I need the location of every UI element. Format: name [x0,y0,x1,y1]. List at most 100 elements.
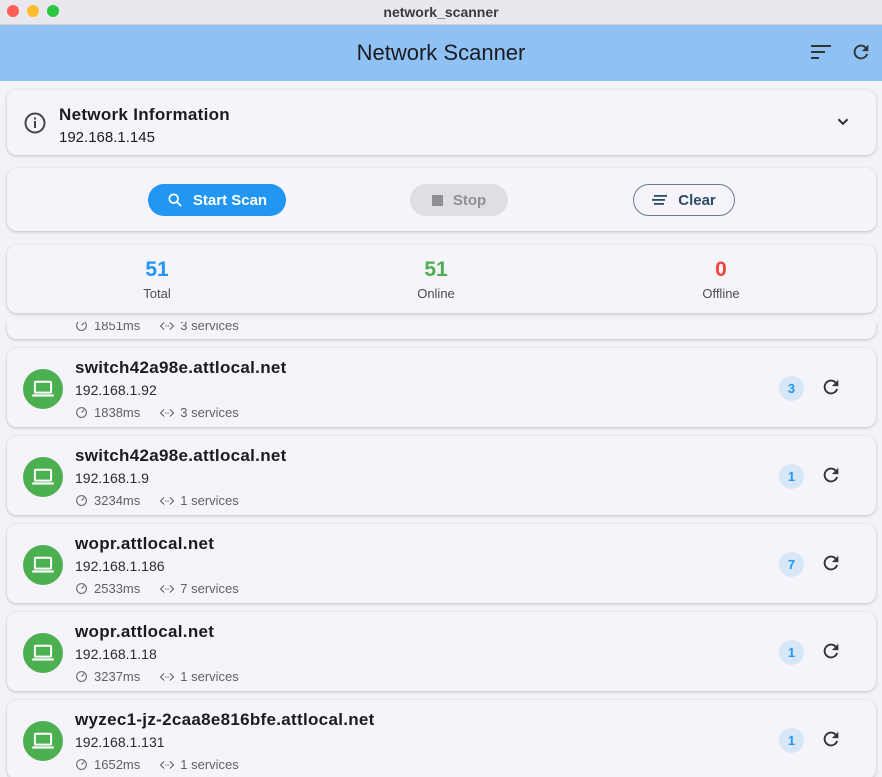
device-avatar [23,457,63,497]
network-ip: 192.168.1.145 [59,129,155,146]
code-icon [160,672,175,681]
speed-icon [76,322,87,331]
refresh-icon[interactable] [820,552,842,574]
device-card[interactable]: wopr.attlocal.net 192.168.1.18 3237ms 1 … [7,612,876,691]
refresh-icon[interactable] [820,728,842,750]
scan-controls-card: Start Scan Stop Clear [7,168,876,231]
info-icon [24,112,46,134]
services-count-badge: 7 [779,552,804,577]
code-icon [160,760,175,769]
app-window: network_scanner Network Scanner Network … [0,0,882,777]
minimize-window-button[interactable] [27,5,39,17]
code-icon [160,584,175,593]
device-services: 1 services [180,493,239,508]
start-scan-label: Start Scan [192,191,268,209]
device-ip: 192.168.1.131 [75,734,165,750]
device-hostname: wyzec1-jz-2caa8e816bfe.attlocal.net [75,710,375,729]
device-latency: 1652ms [94,757,141,772]
stop-label: Stop [452,191,487,209]
stats-card: 51 Total 51 Online 0 Offline [7,245,876,313]
stat-online-label: Online [417,286,455,301]
device-latency: 3237ms [94,669,141,684]
clear-label: Clear [678,191,716,209]
device-card[interactable]: wopr.attlocal.net 192.168.1.186 2533ms 7… [7,524,876,603]
stat-offline: 0 Offline [641,258,801,301]
device-ip: 192.168.1.18 [75,646,157,662]
laptop-icon [32,380,54,397]
code-icon [160,322,175,330]
laptop-icon [32,732,54,749]
search-icon [168,193,182,207]
device-latency: 1851ms [94,322,141,333]
device-hostname: switch42a98e.attlocal.net [75,446,287,465]
stat-total: 51 Total [77,258,237,301]
services-count-badge: 1 [779,728,804,753]
device-avatar [23,545,63,585]
device-latency: 3234ms [94,493,141,508]
stat-total-label: Total [143,286,171,301]
device-hostname: switch42a98e.attlocal.net [75,358,287,377]
device-avatar [23,721,63,761]
stop-button[interactable]: Stop [410,184,508,216]
device-services: 3 services [180,322,239,333]
services-count-badge: 3 [779,376,804,401]
laptop-icon [32,644,54,661]
refresh-icon[interactable] [820,376,842,398]
speed-icon [76,671,87,682]
start-scan-button[interactable]: Start Scan [148,184,286,216]
stop-icon [431,194,443,206]
stat-offline-label: Offline [702,286,740,301]
device-list[interactable]: 1851ms 3 services switch42a98e.attlocal.… [0,322,882,777]
sort-icon [811,45,831,59]
device-ip: 192.168.1.186 [75,558,165,574]
device-services: 1 services [180,757,239,772]
stat-online: 51 Online [356,258,516,301]
stat-total-value: 51 [145,258,169,281]
device-services: 3 services [180,405,239,420]
laptop-icon [32,556,54,573]
speed-icon [76,407,87,418]
speed-icon [76,583,87,594]
services-count-badge: 1 [779,464,804,489]
code-icon [160,408,175,417]
chevron-down-icon[interactable] [832,111,854,133]
stat-online-value: 51 [424,258,448,281]
refresh-button[interactable] [848,39,874,65]
code-icon [160,496,175,505]
device-latency: 1838ms [94,405,141,420]
refresh-icon[interactable] [820,640,842,662]
device-services: 7 services [180,581,239,596]
speed-icon [76,495,87,506]
network-info-card[interactable]: Network Information 192.168.1.145 [7,90,876,155]
device-card[interactable]: wyzec1-jz-2caa8e816bfe.attlocal.net 192.… [7,700,876,777]
app-title: Network Scanner [356,40,526,65]
laptop-icon [32,468,54,485]
device-ip: 192.168.1.9 [75,470,149,486]
window-titlebar: network_scanner [0,0,882,25]
zoom-window-button[interactable] [47,5,59,17]
speed-icon [76,759,87,770]
device-hostname: wopr.attlocal.net [75,622,215,641]
device-card[interactable]: switch42a98e.attlocal.net 192.168.1.92 1… [7,348,876,427]
sort-button[interactable] [808,39,834,65]
clear-button[interactable]: Clear [633,184,735,216]
main-content: Network Information 192.168.1.145 Start … [0,81,882,777]
device-hostname: wopr.attlocal.net [75,534,215,553]
app-bar: Network Scanner [0,25,882,81]
clear-all-icon [652,195,668,205]
device-card-partial[interactable]: 1851ms 3 services [7,322,876,339]
close-window-button[interactable] [7,5,19,17]
device-avatar [23,633,63,673]
stat-offline-value: 0 [715,258,727,281]
device-ip: 192.168.1.92 [75,382,157,398]
refresh-icon [853,44,869,60]
services-count-badge: 1 [779,640,804,665]
network-info-title: Network Information [59,105,230,124]
traffic-lights [7,5,59,17]
device-card[interactable]: switch42a98e.attlocal.net 192.168.1.9 32… [7,436,876,515]
refresh-icon[interactable] [820,464,842,486]
device-services: 1 services [180,669,239,684]
device-avatar [23,369,63,409]
window-title: network_scanner [383,4,499,20]
device-latency: 2533ms [94,581,141,596]
